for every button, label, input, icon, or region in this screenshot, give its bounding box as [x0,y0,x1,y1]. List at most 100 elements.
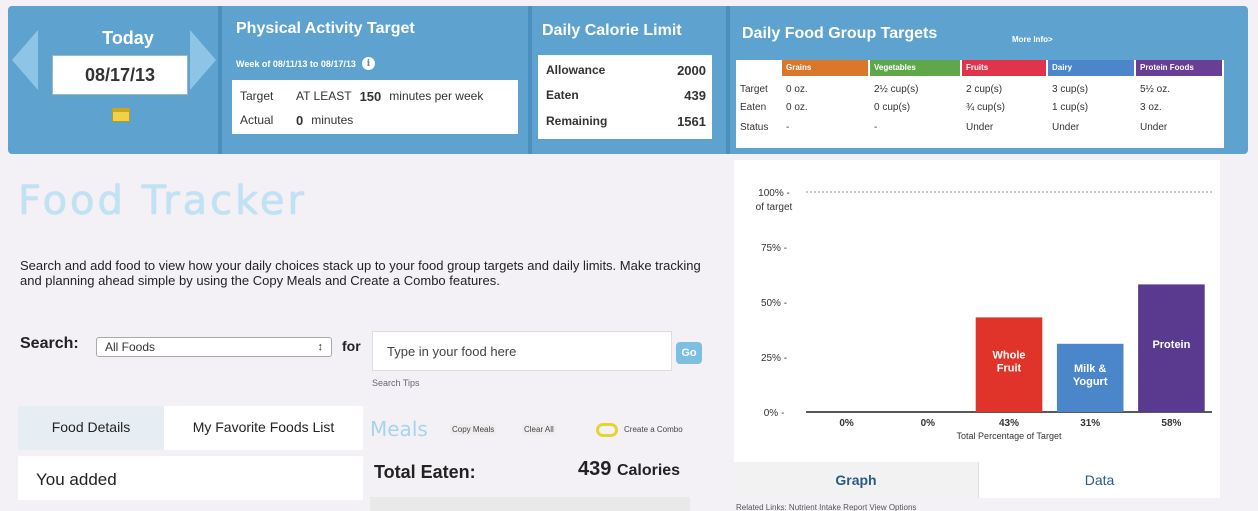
panel-divider [726,6,730,154]
fg-status-protein: Under [1140,122,1168,133]
total-eaten-label: Total Eaten: [374,462,476,482]
physical-activity-title: Physical Activity Target [236,20,415,37]
food-group-chart: 0% - 25% - 50% - 75% - 100% - of target 0% 0% Wh… [756,188,1212,441]
fg-eaten-vegetables: 0 cup(s) [874,102,911,113]
total-calories-unit: Calories [616,462,681,479]
bar-label: Fruit [997,363,1022,375]
fg-header-dairy: Dairy [1048,60,1134,76]
calorie-label: Remaining [546,114,608,128]
chevron-updown-icon: ↕ [317,341,324,353]
tab-graph[interactable]: Graph [734,462,978,498]
date-field[interactable]: 08/17/13 [52,55,188,95]
intro-text: Search and add food to view how your dai… [20,258,701,288]
y-tick-label: 50% - [761,298,787,309]
calorie-row-eaten: Eaten 439 [546,88,706,103]
bar-label: Whole [993,350,1026,362]
fg-target-protein: 5½ oz. [1140,84,1171,95]
pa-target-key: Target [240,89,274,103]
week-range: Week of 08/11/13 to 08/17/13 i [236,57,375,70]
calorie-row-allowance: Allowance 2000 [546,63,706,78]
fg-eaten-protein: 3 oz. [1140,102,1162,113]
info-icon[interactable]: i [361,57,375,70]
bar-label: Milk & [1074,363,1106,375]
fg-status-fruits: Under [966,122,994,133]
calorie-label: Allowance [546,63,606,77]
total-calories-value: 439 [578,458,612,480]
go-button[interactable]: Go [676,342,702,364]
fg-header-grains: Grains [782,60,868,76]
more-info-link[interactable]: More Info> [1012,35,1053,44]
clear-all-button[interactable]: Clear All [522,424,556,435]
food-category-select[interactable]: All Foods ↕ [96,337,332,357]
next-day-arrow-icon[interactable] [190,30,216,90]
fg-row-label: Status [740,122,769,133]
calorie-label: Eaten [546,88,579,102]
fg-status-dairy: Under [1052,122,1080,133]
y-tick-label: 0% - [764,408,785,419]
fg-row-label: Target [740,84,768,95]
value-label: 31% [1080,418,1100,429]
calorie-value: 2000 [677,63,706,78]
physical-activity-box: Target AT LEAST 150 minutes per week Act… [232,80,518,134]
previous-day-arrow-icon[interactable] [12,30,38,90]
target-caption: of target [756,202,793,213]
y-tick-label: 75% - [761,243,787,254]
value-label: 0% [839,418,854,429]
y-tick-label: 25% - [761,353,787,364]
fg-eaten-dairy: 1 cup(s) [1052,102,1089,113]
fg-header-vegetables: Vegetables [870,60,960,76]
search-label: Search: [20,335,79,352]
calorie-value: 439 [684,88,706,103]
fg-eaten-fruits: ¾ cup(s) [966,102,1005,113]
fg-header-fruits: Fruits [962,60,1046,76]
bar-label: Yogurt [1073,376,1108,388]
copy-meals-button[interactable]: Copy Meals [450,424,497,435]
value-label: 0% [921,418,936,429]
page-title: Food Tracker [18,178,307,224]
pa-actual-suffix: minutes [311,113,354,127]
fg-status-vegetables: - [874,122,878,133]
tab-my-favorite-foods[interactable]: My Favorite Foods List [164,406,363,450]
fg-target-grains: 0 oz. [786,84,808,95]
meals-title: Meals [370,417,428,441]
fg-row-label: Eaten [740,102,767,113]
calorie-value: 1561 [677,114,706,129]
calendar-icon[interactable] [112,108,130,122]
related-links[interactable]: Related Links: Nutrient Intake Report Vi… [736,503,916,511]
value-label: 58% [1161,418,1181,429]
calorie-limit-title: Daily Calorie Limit [542,22,682,39]
bar-label: Protein [1152,339,1190,351]
tab-data[interactable]: Data [978,462,1220,498]
week-range-text: Week of 08/11/13 to 08/17/13 [236,58,356,69]
meals-list-strip [370,497,690,511]
pa-target-row: Target AT LEAST 150 minutes per week [240,89,483,104]
fg-target-vegetables: 2½ cup(s) [874,84,919,95]
value-label: 43% [999,418,1019,429]
food-tabs: Food Details My Favorite Foods List [18,406,363,450]
tab-food-details[interactable]: Food Details [18,406,164,450]
pa-target-value: 150 [359,89,382,104]
search-tips-link[interactable]: Search Tips [372,378,420,388]
food-group-table: Target Eaten Status Grains Vegetables Fr… [736,60,1224,148]
panel-divider [528,6,532,154]
calorie-limit-box: Allowance 2000 Eaten 439 Remaining 1561 [538,55,712,139]
pa-actual-row: Actual 0 minutes [240,113,353,128]
pa-actual-key: Actual [240,113,274,127]
pa-actual-value: 0 [296,113,304,128]
pa-target-prefix: AT LEAST [296,89,352,103]
fg-header-protein: Protein Foods [1136,60,1222,76]
food-group-targets-title: Daily Food Group Targets [742,25,938,42]
today-label: Today [102,28,154,48]
chart-tabs: Graph Data [734,462,1220,498]
combo-icon[interactable] [596,423,618,437]
create-combo-button[interactable]: Create a Combo [624,425,683,434]
fg-target-dairy: 3 cup(s) [1052,84,1089,95]
food-category-value: All Foods [105,340,156,354]
for-label: for [342,338,361,354]
panel-divider [218,6,222,154]
you-added-heading: You added [18,456,363,500]
calorie-row-remaining: Remaining 1561 [546,114,706,129]
food-search-input[interactable]: Type in your food here [372,331,672,371]
total-calories: 439 Calories [578,458,680,481]
x-axis-title: Total Percentage of Target [957,431,1062,441]
